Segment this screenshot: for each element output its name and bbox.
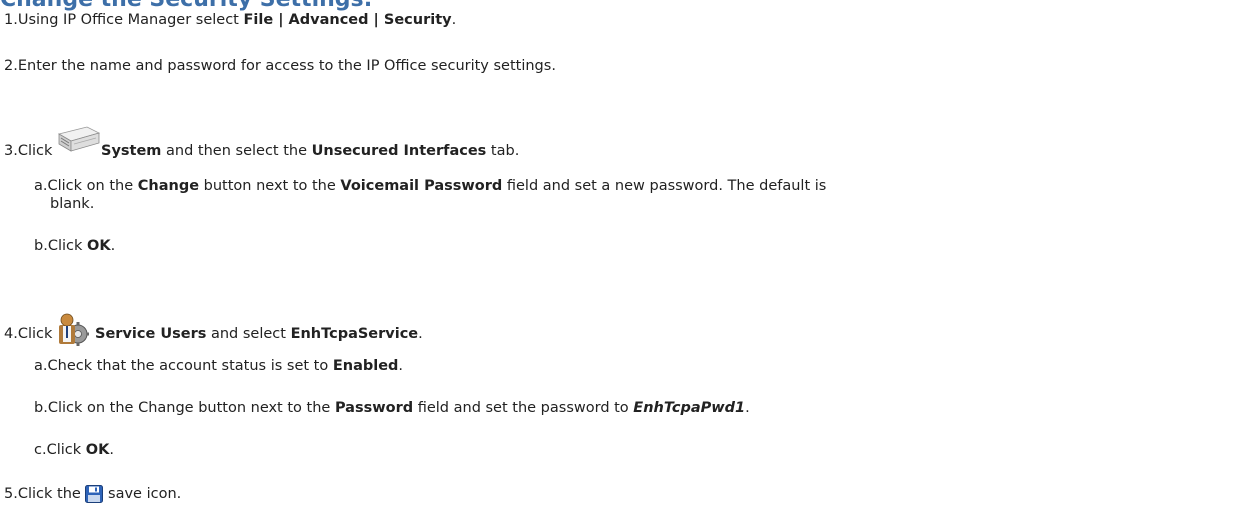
step-text: Click bbox=[17, 143, 58, 159]
step-text: blank. bbox=[50, 196, 95, 212]
step-text: tab. bbox=[486, 143, 520, 159]
step-letter: a. bbox=[34, 358, 48, 374]
step-text: and then select the bbox=[161, 143, 312, 159]
step-text: Click the bbox=[17, 486, 86, 502]
step-letter: a. bbox=[34, 178, 48, 194]
ok-label: OK bbox=[87, 238, 111, 254]
save-icon bbox=[85, 485, 104, 503]
field-name: Voicemail Password bbox=[340, 178, 503, 194]
service-users-label: Service Users bbox=[95, 326, 207, 342]
change-label: Change bbox=[137, 178, 200, 194]
step-number: 1. bbox=[4, 12, 18, 28]
password-value: EnhTcpaPwd1 bbox=[633, 400, 746, 416]
password-label: Password bbox=[334, 400, 414, 416]
punct: . bbox=[398, 358, 404, 374]
step-text: Enter the name and password for access t… bbox=[17, 58, 556, 74]
step-3: 3.Click System and then select the Unsec… bbox=[4, 125, 519, 161]
step-letter: c. bbox=[34, 442, 47, 458]
punct: . bbox=[110, 238, 116, 254]
step-3a: a.Click on the Change button next to the… bbox=[34, 176, 826, 196]
step-1: 1.Using IP Office Manager select File | … bbox=[4, 10, 456, 30]
step-text: button next to the bbox=[199, 178, 341, 194]
step-letter: b. bbox=[34, 238, 48, 254]
step-3a-continued: blank. bbox=[50, 194, 94, 214]
punct: . bbox=[745, 400, 750, 416]
service-name: EnhTcpaService bbox=[290, 326, 419, 342]
punct: . bbox=[418, 326, 423, 342]
step-text: and select bbox=[206, 326, 291, 342]
menu-path: File | Advanced | Security bbox=[243, 12, 452, 28]
step-text: save icon. bbox=[103, 486, 182, 502]
step-number: 2. bbox=[4, 58, 18, 74]
step-number: 4. bbox=[4, 326, 18, 342]
ok-label: OK bbox=[85, 442, 110, 458]
step-2: 2.Enter the name and password for access… bbox=[4, 56, 556, 76]
step-text: Click bbox=[47, 238, 87, 254]
step-text: Click bbox=[46, 442, 86, 458]
step-4b: b.Click on the Change button next to the… bbox=[34, 398, 750, 418]
step-text: Using IP Office Manager select bbox=[17, 12, 244, 28]
step-4c: c.Click OK. bbox=[34, 440, 114, 460]
tab-name: Unsecured Interfaces bbox=[311, 143, 487, 159]
step-text: field and set a new password. The defaul… bbox=[502, 178, 827, 194]
step-text: Click bbox=[17, 326, 58, 342]
service-users-icon bbox=[57, 312, 90, 346]
step-text: Click on the bbox=[47, 178, 138, 194]
system-unit-icon bbox=[57, 125, 101, 155]
step-number: 5. bbox=[4, 486, 18, 502]
punct: . bbox=[451, 12, 457, 28]
status-value: Enabled bbox=[332, 358, 399, 374]
step-4: 4.Click Service Users and select EnhTcpa… bbox=[4, 312, 423, 346]
step-letter: b. bbox=[34, 400, 48, 416]
step-4a: a.Check that the account status is set t… bbox=[34, 356, 403, 376]
step-text: Check that the account status is set to bbox=[47, 358, 333, 374]
punct: . bbox=[109, 442, 114, 458]
step-text: field and set the password to bbox=[413, 400, 634, 416]
step-number: 3. bbox=[4, 143, 18, 159]
system-label: System bbox=[101, 143, 162, 159]
step-text: Click on the Change button next to the bbox=[47, 400, 335, 416]
step-3b: b.Click OK. bbox=[34, 236, 115, 256]
step-5: 5.Click the save icon. bbox=[4, 484, 181, 504]
